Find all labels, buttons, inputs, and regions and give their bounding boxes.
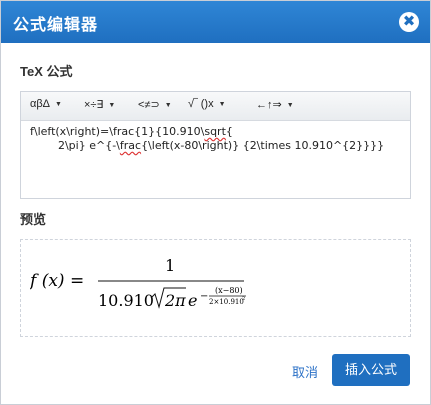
operators-menu[interactable]: ×÷∃ ▼	[84, 98, 115, 111]
chevron-down-icon: ▼	[108, 102, 116, 109]
chevron-down-icon: ▼	[286, 102, 294, 109]
close-icon[interactable]: ✖	[399, 12, 419, 32]
tex-editor: αβΔ ▼ ×÷∃ ▼ <≠⊃ ▼ √‾ ()x ▼ ←↑⇒ ▼ f\left(x\rig…	[20, 91, 411, 199]
formula-preview: f (x) = 1 10.910 2π e − (x−80) 2×10.910 …	[20, 239, 411, 337]
chevron-down-icon: ▼	[218, 101, 226, 108]
tex-input[interactable]: f\left(x\right)=\frac{1}{10.910\sqrt{ 2\…	[30, 125, 400, 153]
arrows-menu[interactable]: ←↑⇒ ▼	[256, 98, 294, 111]
exp-base: e	[188, 291, 197, 310]
chevron-down-icon: ▼	[164, 102, 172, 109]
relations-menu[interactable]: <≠⊃ ▼	[138, 98, 172, 111]
formula-editor-dialog: 公式编辑器 ✖ TeX 公式 αβΔ ▼ ×÷∃ ▼ <≠⊃ ▼ √‾ ()x ▼ ←↑…	[0, 0, 431, 405]
cancel-button[interactable]: 取消	[292, 362, 318, 381]
preview-section-label: 预览	[20, 212, 47, 227]
symbol-toolbar: αβΔ ▼ ×÷∃ ▼ <≠⊃ ▼ √‾ ()x ▼ ←↑⇒ ▼	[21, 92, 410, 121]
dialog-title: 公式编辑器	[13, 17, 99, 34]
dialog-titlebar: 公式编辑器 ✖	[1, 1, 430, 43]
rendered-formula: f (x) = 1 10.910 2π e − (x−80) 2×10.910 …	[30, 256, 246, 310]
sqrt-content: 2π	[164, 291, 186, 310]
exp-denominator-power: 2	[242, 296, 245, 302]
insert-formula-button[interactable]: 插入公式	[332, 354, 410, 386]
exp-numerator: (x−80)	[215, 286, 243, 295]
chevron-down-icon: ▼	[55, 101, 62, 108]
formula-coefficient: 10.910	[98, 291, 154, 310]
formula-numerator: 1	[165, 256, 175, 275]
greek-symbols-menu[interactable]: αβΔ ▼	[30, 98, 62, 110]
tex-section-label: TeX 公式	[20, 64, 73, 79]
functions-menu[interactable]: √‾ ()x ▼	[188, 98, 226, 110]
exp-denominator: 2×10.910	[209, 298, 244, 306]
exp-sign: −	[200, 291, 208, 302]
formula-lhs: f (x) =	[30, 271, 84, 291]
